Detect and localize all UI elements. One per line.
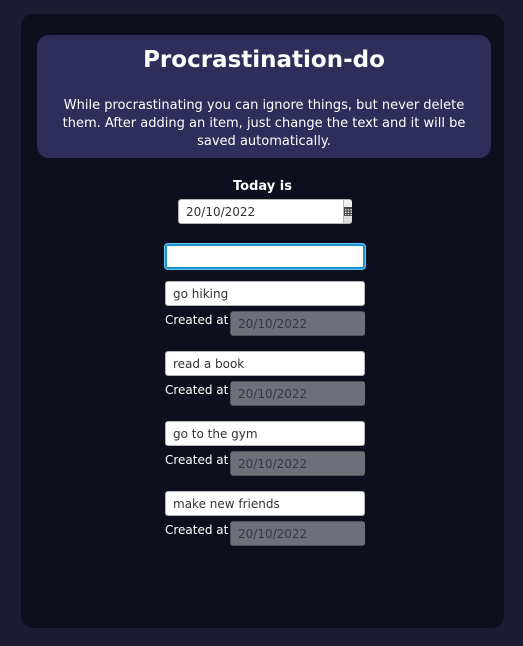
item-created-date-picker [230,451,365,476]
app-card: Procrastination-do While procrastinating… [21,14,504,628]
created-at-label: Created at [165,453,229,467]
today-label: Today is [233,179,292,194]
today-date-field[interactable] [178,199,343,224]
today-date-picker[interactable] [178,199,352,224]
item-created-date-field [230,521,365,546]
item-created-date-field [230,451,365,476]
item-created-date-field [230,311,365,336]
header-banner: Procrastination-do While procrastinating… [37,35,491,158]
page-description: While procrastinating you can ignore thi… [62,98,466,149]
item-created-date-picker [230,311,365,336]
created-at-label: Created at [165,523,229,537]
calendar-icon [344,207,352,216]
new-item-input[interactable] [165,244,365,269]
item-text-field[interactable] [165,281,365,306]
created-at-label: Created at [165,313,229,327]
item-created-date-picker [230,381,365,406]
created-at-label: Created at [165,383,229,397]
item-created-date-picker [230,521,365,546]
item-text-field[interactable] [165,351,365,376]
item-text-field[interactable] [165,421,365,446]
page-title: Procrastination-do [143,47,385,73]
today-calendar-button[interactable] [343,199,352,224]
item-text-field[interactable] [165,491,365,516]
item-created-date-field [230,381,365,406]
